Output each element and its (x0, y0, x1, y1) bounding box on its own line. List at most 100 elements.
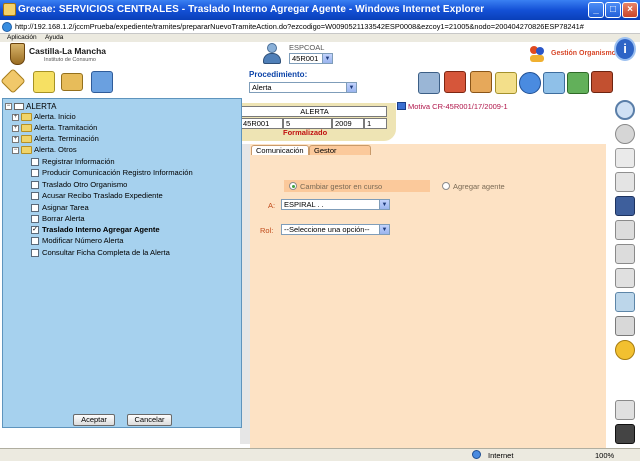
page-icon[interactable] (615, 148, 635, 168)
chevron-down-icon: ▼ (346, 83, 356, 92)
root-node-icon (14, 103, 25, 111)
ie-icon (2, 22, 12, 32)
tree-item-label: Registrar Información (42, 157, 115, 166)
zone-label: Internet (488, 451, 514, 460)
notes-icon[interactable] (33, 71, 55, 93)
rol-select[interactable]: --Seleccione una opción-- ▼ (281, 224, 390, 235)
main-area: ALERTA 45R001 5 2009 1 Formalizado Motiv… (0, 98, 611, 448)
search-docs-icon[interactable] (543, 72, 565, 94)
paper-icon[interactable] (495, 72, 517, 94)
close-button[interactable]: × (622, 2, 638, 18)
tree-node-tramitacion[interactable]: + Alerta. Tramitación (12, 123, 97, 133)
expand-icon[interactable]: + (12, 124, 19, 132)
books-icon[interactable] (444, 71, 466, 93)
url-text[interactable]: http://192.168.1.2/jccmPrueba/expediente… (15, 22, 584, 31)
tools-exit-icon[interactable] (615, 400, 635, 420)
info-icon[interactable]: i (614, 37, 636, 61)
print-preview-icon[interactable] (615, 316, 635, 336)
tree-item[interactable]: Modificar Número Alerta (31, 236, 123, 246)
window-title: Grecae: SERVICIOS CENTRALES - Traslado I… (18, 4, 485, 15)
checkbox[interactable] (31, 192, 39, 200)
tree-item-selected[interactable]: ✓ Traslado Interno Agregar Agente (31, 225, 160, 235)
archive-icon[interactable] (470, 71, 492, 93)
checkbox[interactable] (31, 158, 39, 166)
tab-gestor[interactable]: Gestor (309, 145, 371, 155)
tree-item[interactable]: Acusar Recibo Traslado Expediente (31, 191, 163, 201)
tree-item[interactable]: Registrar Información (31, 157, 115, 167)
back-icon[interactable] (615, 124, 635, 144)
cancel-button[interactable]: Cancelar (127, 414, 172, 426)
rol-select-value: --Seleccione una opción-- (284, 225, 370, 234)
tree-item-label: Asignar Tarea (42, 203, 89, 212)
maximize-button[interactable]: □ (605, 2, 621, 18)
checkbox-checked[interactable]: ✓ (31, 226, 39, 234)
accept-button[interactable]: Aceptar (73, 414, 115, 426)
radio-change[interactable] (289, 182, 297, 190)
fax-icon[interactable] (615, 244, 635, 264)
expand-icon[interactable]: + (12, 113, 19, 121)
tree-node-terminacion[interactable]: + Alerta. Terminación (12, 134, 99, 144)
pages-icon[interactable] (615, 172, 635, 192)
expand-icon[interactable]: + (12, 135, 19, 143)
tree-item[interactable]: Consultar Ficha Completa de la Alerta (31, 248, 170, 258)
radio-add[interactable] (442, 182, 450, 190)
tag-icon[interactable] (0, 68, 26, 94)
checkbox[interactable] (31, 215, 39, 223)
tree-item[interactable]: Producir Comunicación Registro Informaci… (31, 168, 193, 178)
zoom-level[interactable]: 100% (595, 451, 614, 460)
checkbox[interactable] (31, 249, 39, 257)
tree-node-inicio[interactable]: + Alerta. Inicio (12, 112, 76, 122)
checkbox[interactable] (31, 204, 39, 212)
tools-icon[interactable] (567, 72, 589, 94)
logout-icon[interactable] (615, 424, 635, 444)
documents-icon[interactable] (91, 71, 113, 93)
user-select[interactable]: 45R001 ▼ (289, 53, 333, 64)
save-icon[interactable] (615, 196, 635, 216)
procedimiento-select[interactable]: Alerta ▼ (249, 82, 357, 93)
agent-select[interactable]: ESPIRAL . . ▼ (281, 199, 390, 210)
a-label: A: (268, 201, 276, 210)
tree-item-label: Acusar Recibo Traslado Expediente (42, 191, 163, 200)
tree-item-label: Traslado Interno Agregar Agente (42, 225, 160, 234)
checkbox[interactable] (31, 237, 39, 245)
option-add-label: Agregar agente (453, 182, 505, 191)
status-bar: Internet 100% (0, 448, 640, 461)
menu-ayuda[interactable]: Ayuda (45, 34, 63, 41)
collapse-icon[interactable]: − (5, 103, 12, 111)
magnifier-icon[interactable] (615, 100, 635, 120)
tab-comunicacion[interactable]: Comunicación (251, 145, 309, 155)
alert-header: ALERTA (240, 106, 387, 117)
tree-node-label: Alerta. Otros (34, 145, 77, 154)
tree-item-label: Traslado Otro Organismo (42, 180, 128, 189)
tree-root[interactable]: − ALERTA (5, 102, 56, 111)
minimize-button[interactable]: _ (588, 2, 604, 18)
tree-node-otros[interactable]: − Alerta. Otros (12, 145, 77, 155)
address-bar[interactable]: http://192.168.1.2/jccmPrueba/expediente… (0, 20, 640, 34)
bottle-icon[interactable] (615, 292, 635, 312)
organismo-icon (530, 46, 544, 62)
attachment-icon[interactable] (615, 268, 635, 288)
checkbox[interactable] (31, 181, 39, 189)
option-change-label: Cambiar gestor en curso (300, 182, 383, 191)
tree-item[interactable]: Asignar Tarea (31, 203, 89, 213)
globe-icon[interactable] (519, 72, 541, 94)
printer-icon[interactable] (615, 220, 635, 240)
book-red-icon[interactable] (591, 71, 613, 93)
app-icon (3, 3, 16, 16)
procedimiento-label: Procedimiento: (249, 70, 308, 79)
checkbox[interactable] (31, 169, 39, 177)
option-change-row[interactable]: Cambiar gestor en curso (284, 180, 430, 192)
procedimiento-value: Alerta (252, 83, 272, 92)
status-formalizado: Formalizado (283, 128, 328, 137)
collapse-icon[interactable]: − (12, 146, 19, 154)
motiva-link[interactable]: Motiva CR-45R001/17/2009-1 (408, 102, 508, 111)
right-toolbar (611, 98, 640, 448)
alert-field-3: 2009 (332, 118, 364, 129)
chevron-down-icon: ▼ (379, 200, 389, 209)
tree-item[interactable]: Traslado Otro Organismo (31, 180, 127, 190)
settings-gear-icon[interactable] (615, 340, 635, 360)
tree-item[interactable]: Borrar Alerta (31, 214, 85, 224)
laptop-icon[interactable] (418, 72, 440, 94)
folder-icon[interactable] (61, 73, 83, 91)
menu-aplicacion[interactable]: Aplicación (7, 34, 37, 41)
